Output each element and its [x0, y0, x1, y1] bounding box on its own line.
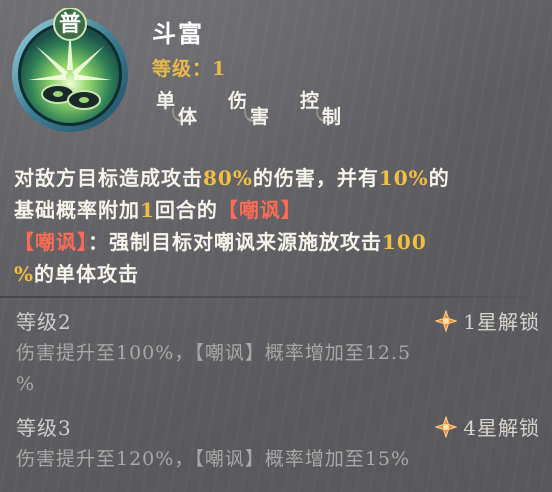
tag-damage: 伤 害 — [224, 86, 282, 132]
section-divider — [0, 296, 552, 298]
skill-tags: 单 体 伤 害 控 制 — [152, 86, 354, 132]
star-icon — [435, 309, 458, 332]
attack-percent: 100 — [382, 230, 427, 254]
upgrade-level-2-unlock: 1星解锁 — [435, 306, 540, 335]
tag-control: 控 制 — [296, 86, 354, 132]
tag-char-2: 制 — [322, 106, 342, 128]
unlock-label: 4星解锁 — [463, 416, 540, 440]
desc-line-3: 【嘲讽】：强制目标对嘲讽来源施放攻击100 — [14, 226, 544, 258]
desc-line-1: 对敌方目标造成攻击80%的伤害，并有10%的 — [14, 162, 544, 194]
desc-text: 的伤害，并有 — [252, 166, 379, 190]
chance-percent: 10% — [378, 166, 429, 190]
upgrade-level-3-unlock: 4星解锁 — [435, 412, 540, 441]
desc-line-2: 基础概率附加1回合的【嘲讽】 — [14, 194, 544, 226]
taunt-status-link[interactable]: 【嘲讽】 — [218, 198, 302, 222]
skill-level: 等级：1 — [152, 58, 227, 80]
damage-percent: 80% — [203, 166, 253, 190]
desc-text: 的单体攻击 — [34, 262, 140, 286]
desc-text: 回合的 — [154, 198, 218, 222]
tag-char-2: 体 — [178, 106, 198, 128]
skill-type-badge: 普 — [58, 11, 81, 37]
attack-percent-suffix: % — [14, 262, 35, 286]
desc-text: ：强制目标对嘲讽来源施放攻击 — [88, 230, 382, 254]
skill-name: 斗富 — [152, 19, 204, 48]
taunt-status-label: 【嘲讽】 — [14, 230, 88, 254]
unlock-label: 1星解锁 — [463, 310, 540, 334]
desc-text: 对敌方目标造成攻击 — [14, 166, 203, 190]
coin-burst-icon[interactable]: 普 — [6, 8, 134, 136]
upgrade-level-2-desc: 伤害提升至100%，【嘲讽】概率增加至12.5 % — [16, 338, 536, 400]
star-icon — [435, 415, 458, 438]
desc-text: 的 — [428, 166, 450, 190]
desc-line-4: %的单体攻击 — [14, 258, 544, 290]
tag-char-2: 害 — [250, 106, 270, 128]
upgrade-desc-line: 伤害提升至120%，【嘲讽】概率增加至15% — [16, 448, 411, 470]
round-count: 1 — [140, 198, 155, 222]
upgrade-level-3-title: 等级3 — [16, 416, 72, 440]
skill-description: 对敌方目标造成攻击80%的伤害，并有10%的 基础概率附加1回合的【嘲讽】 【嘲… — [14, 162, 544, 290]
upgrade-desc-line: % — [16, 373, 36, 395]
upgrade-desc-line: 伤害提升至100%，【嘲讽】概率增加至12.5 — [16, 342, 412, 364]
desc-text: 基础概率附加 — [14, 198, 140, 222]
upgrade-level-3-desc: 伤害提升至120%，【嘲讽】概率增加至15% — [16, 444, 536, 475]
upgrade-level-2-title: 等级2 — [16, 310, 72, 334]
tag-single-target: 单 体 — [152, 86, 210, 132]
